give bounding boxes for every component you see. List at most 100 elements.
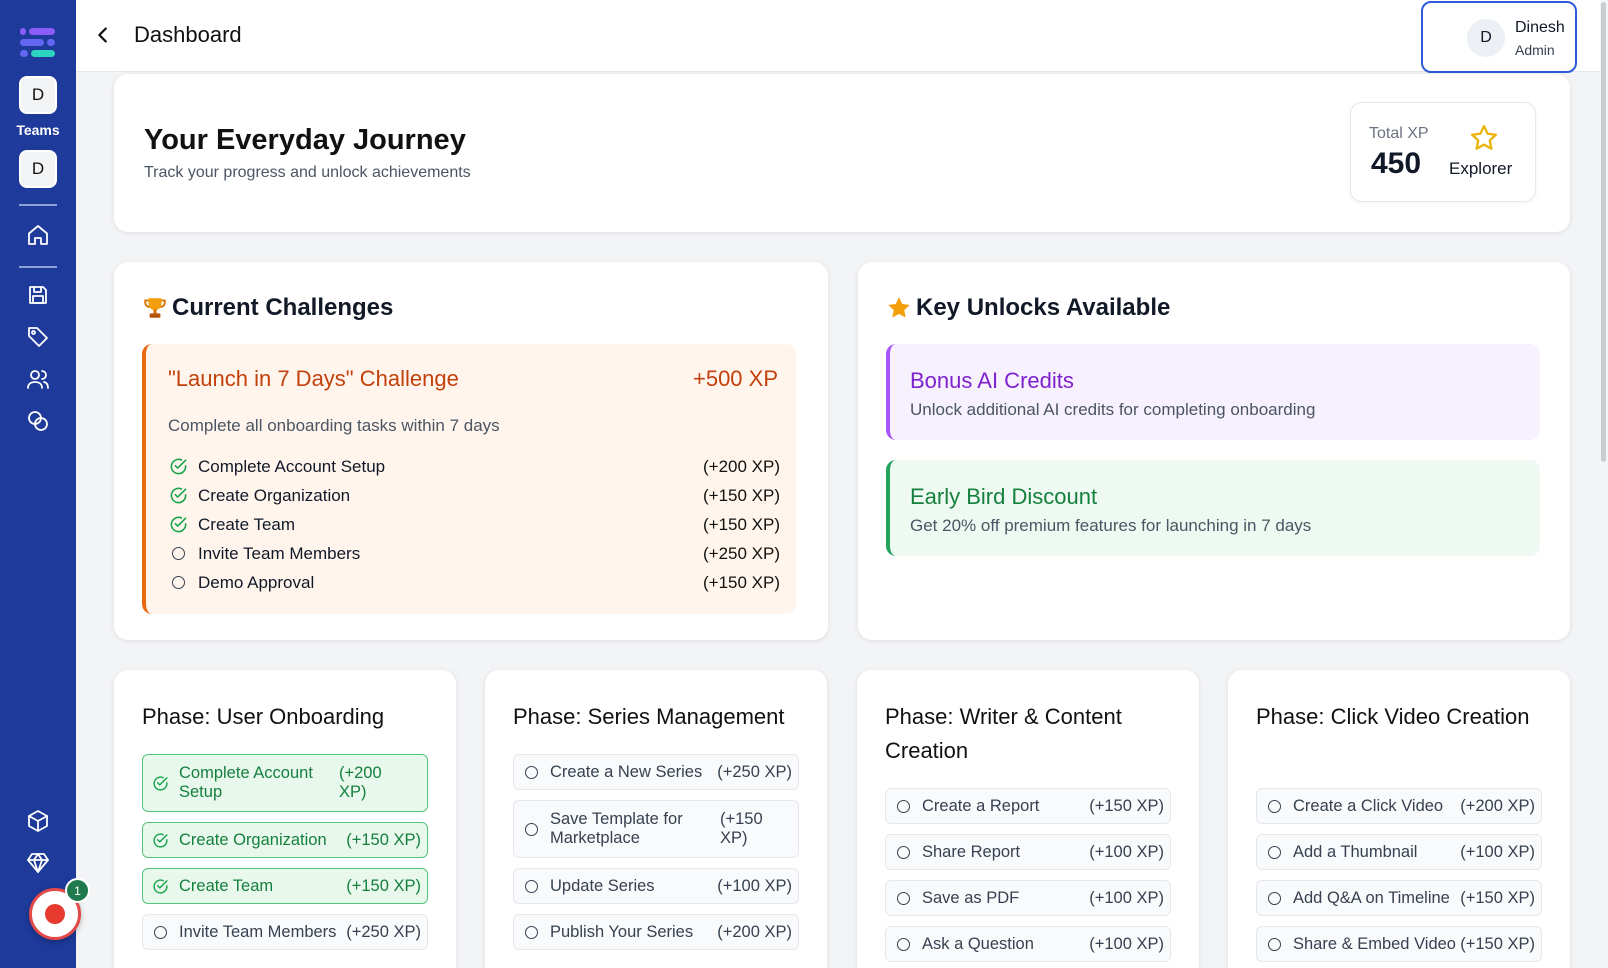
scrollbar-thumb[interactable] bbox=[1601, 2, 1606, 462]
check-circle-icon bbox=[168, 515, 188, 535]
phase-task[interactable]: Save Template for Marketplace (+150 XP) bbox=[513, 800, 799, 858]
challenge-task-label: Demo Approval bbox=[198, 572, 315, 592]
phase-task-label: Ask a Question bbox=[922, 934, 1034, 953]
total-xp-value: 450 bbox=[1371, 147, 1422, 180]
phase-task[interactable]: Create a Report (+150 XP) bbox=[885, 788, 1171, 824]
phase-task-points: (+250 XP) bbox=[346, 922, 421, 941]
phase-task[interactable]: Ask a Question (+100 XP) bbox=[885, 926, 1171, 962]
level-label: Explorer bbox=[1449, 159, 1513, 178]
team-avatar-1[interactable]: D bbox=[19, 76, 57, 114]
phase-task-list: Complete Account Setup (+200 XP) Create … bbox=[142, 754, 428, 960]
phase-task-label: Add Q&A on Timeline bbox=[1293, 888, 1450, 907]
phase-task[interactable]: Create a Click Video (+200 XP) bbox=[1256, 788, 1542, 824]
check-circle-icon bbox=[151, 831, 169, 849]
check-circle-icon bbox=[151, 774, 169, 792]
circle-icon bbox=[894, 935, 912, 953]
phase-task-label: Complete Account Setup bbox=[179, 764, 313, 801]
phase-task-label: Create a Click Video bbox=[1293, 796, 1444, 815]
chevron-left-icon bbox=[98, 27, 107, 43]
phase-task-points: (+150 XP) bbox=[346, 876, 421, 895]
back-button[interactable] bbox=[88, 20, 118, 50]
unlock-item-early-bird-discount[interactable]: Early Bird Discount Get 20% off premium … bbox=[886, 460, 1540, 556]
challenge-panel: "Launch in 7 Days" Challenge +500 XP Com… bbox=[142, 344, 796, 614]
phase-task[interactable]: Update Series (+100 XP) bbox=[513, 868, 799, 904]
unlocks-title: Key Unlocks Available bbox=[916, 294, 1171, 321]
journey-card: Your Everyday Journey Track your progres… bbox=[114, 74, 1570, 232]
phase-task-list: Create a New Series (+250 XP) Save Templ… bbox=[513, 754, 799, 960]
user-avatar: D bbox=[1467, 19, 1505, 57]
circle-icon bbox=[168, 544, 188, 564]
phase-task-points: (+150 XP) bbox=[346, 830, 421, 849]
phase-task[interactable]: Publish Your Series (+200 XP) bbox=[513, 914, 799, 950]
phase-task-label: Create a New Series bbox=[550, 762, 703, 781]
phase-task-label: Create Team bbox=[179, 876, 274, 895]
phase-task-points: (+200 XP) bbox=[1460, 796, 1535, 815]
phase-task-points: (+150 XP) bbox=[1460, 888, 1535, 907]
unlock-description: Get 20% off premium features for launchi… bbox=[910, 516, 1312, 535]
phase-task-label: Share & Embed Video bbox=[1293, 934, 1456, 953]
phase-task[interactable]: Add a Thumbnail (+100 XP) bbox=[1256, 834, 1542, 870]
challenge-xp: +500 XP bbox=[692, 366, 778, 391]
team-avatar-2[interactable]: D bbox=[19, 150, 57, 188]
phase-title: Phase: Series Management bbox=[513, 704, 785, 729]
challenge-task: Create Organization (+150 XP) bbox=[168, 481, 780, 510]
user-menu[interactable]: D Dinesh Admin bbox=[1421, 1, 1577, 73]
sidebar-divider bbox=[19, 266, 57, 268]
diamond-icon[interactable] bbox=[23, 848, 53, 878]
phase-task-label: Save Template for Marketplace bbox=[550, 810, 683, 847]
phase-title: Phase: User Onboarding bbox=[142, 704, 385, 729]
phase-task-points: (+150 XP) bbox=[720, 810, 763, 847]
challenge-task: Complete Account Setup (+200 XP) bbox=[168, 452, 780, 481]
phase-task[interactable]: Share Report (+100 XP) bbox=[885, 834, 1171, 870]
challenges-heading: Current Challenges bbox=[142, 294, 393, 322]
package-icon[interactable] bbox=[23, 806, 53, 836]
challenge-task: Demo Approval (+150 XP) bbox=[168, 568, 780, 597]
circle-icon bbox=[894, 797, 912, 815]
phase-task-label: Create a Report bbox=[922, 796, 1040, 815]
challenge-task-points: (+200 XP) bbox=[702, 456, 780, 476]
phase-task-label: Update Series bbox=[550, 876, 655, 895]
circle-icon bbox=[522, 820, 540, 838]
challenge-task-points: (+150 XP) bbox=[702, 514, 780, 534]
circle-icon bbox=[1265, 843, 1283, 861]
star-icon bbox=[888, 297, 910, 318]
sidebar-divider bbox=[19, 204, 57, 206]
page-scrollbar[interactable] bbox=[1600, 0, 1608, 968]
circle-icon bbox=[151, 923, 169, 941]
sidebar: D Teams D bbox=[0, 0, 76, 968]
phase-task-points: (+100 XP) bbox=[717, 876, 792, 895]
circle-icon bbox=[894, 843, 912, 861]
teams-label: Teams bbox=[16, 122, 60, 138]
phase-task-label: Add a Thumbnail bbox=[1293, 842, 1418, 861]
phase-task[interactable]: Share & Embed Video (+150 XP) bbox=[1256, 926, 1542, 962]
save-icon[interactable] bbox=[23, 280, 53, 310]
user-role: Admin bbox=[1515, 42, 1555, 58]
circle-icon bbox=[1265, 935, 1283, 953]
app-logo[interactable] bbox=[20, 26, 56, 60]
total-xp-label: Total XP bbox=[1369, 125, 1429, 142]
phase-task[interactable]: Add Q&A on Timeline (+150 XP) bbox=[1256, 880, 1542, 916]
home-icon[interactable] bbox=[23, 220, 53, 250]
circle-icon bbox=[1265, 889, 1283, 907]
phase-task[interactable]: Create Team (+150 XP) bbox=[142, 868, 428, 904]
phase-task[interactable]: Create Organization (+150 XP) bbox=[142, 822, 428, 858]
unlock-item-bonus-ai-credits[interactable]: Bonus AI Credits Unlock additional AI cr… bbox=[886, 344, 1540, 440]
phase-task-points: (+100 XP) bbox=[1460, 842, 1535, 861]
tag-icon[interactable] bbox=[23, 322, 53, 352]
record-icon bbox=[45, 904, 65, 924]
phase-task[interactable]: Create a New Series (+250 XP) bbox=[513, 754, 799, 790]
phase-task[interactable]: Save as PDF (+100 XP) bbox=[885, 880, 1171, 916]
phase-task-points: (+250 XP) bbox=[717, 762, 792, 781]
challenge-task-label: Create Organization bbox=[198, 485, 351, 505]
phase-task-points: (+100 XP) bbox=[1089, 888, 1164, 907]
phase-task[interactable]: Invite Team Members (+250 XP) bbox=[142, 914, 428, 950]
unlocks-heading: Key Unlocks Available bbox=[886, 294, 1170, 322]
users-icon[interactable] bbox=[23, 364, 53, 394]
phase-task-points: (+100 XP) bbox=[1089, 842, 1164, 861]
coins-icon[interactable] bbox=[23, 406, 53, 436]
challenge-task-label: Invite Team Members bbox=[198, 543, 361, 563]
circle-icon bbox=[522, 763, 540, 781]
phase-task-list: Create a Click Video (+200 XP) Add a Thu… bbox=[1256, 788, 1542, 968]
phase-task[interactable]: Complete Account Setup (+200 XP) bbox=[142, 754, 428, 812]
challenge-description: Complete all onboarding tasks within 7 d… bbox=[168, 416, 500, 435]
